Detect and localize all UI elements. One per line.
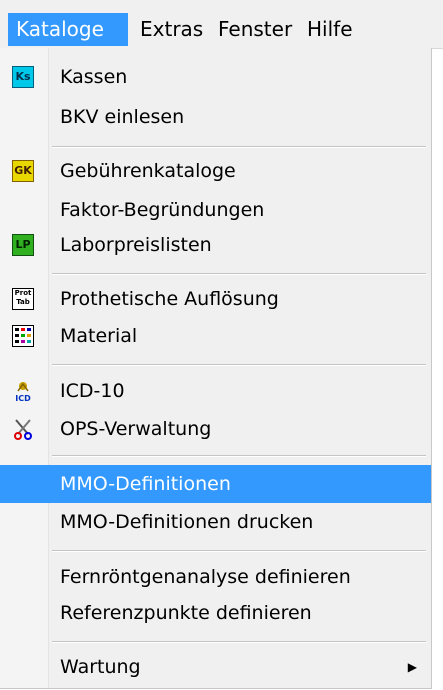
submenu-arrow-icon: ▶	[407, 660, 417, 674]
menu-item-referenzpunkte[interactable]: Referenzpunkte definieren	[0, 594, 431, 632]
menu-item-label: Wartung	[60, 656, 141, 678]
lp-icon: LP	[12, 234, 34, 256]
menu-item-gebuehrenkataloge[interactable]: GK Gebührenkataloge	[0, 152, 431, 190]
menu-item-label: Faktor-Begründungen	[60, 199, 265, 221]
menu-item-mmo-definitionen[interactable]: MMO-Definitionen	[0, 465, 431, 503]
menu-item-material[interactable]: Material	[0, 317, 431, 355]
svg-text:ICD: ICD	[15, 394, 31, 402]
material-grid-icon	[12, 325, 34, 347]
kataloge-dropdown-menu: Ks Kassen BKV einlesen GK Gebührenkatalo…	[0, 48, 432, 689]
menu-item-label: Material	[60, 325, 138, 347]
menu-separator	[52, 273, 426, 275]
menu-separator	[52, 146, 426, 148]
menu-item-label: Kassen	[60, 66, 128, 88]
menu-extras[interactable]: Extras	[132, 13, 211, 46]
menu-bar: Kataloge Extras Fenster Hilfe	[0, 0, 443, 49]
menu-item-label: BKV einlesen	[60, 106, 185, 128]
menu-item-label: Gebührenkataloge	[60, 160, 236, 182]
menu-kataloge[interactable]: Kataloge	[8, 13, 128, 46]
menu-item-label: ICD-10	[60, 380, 125, 402]
menu-item-wartung[interactable]: Wartung ▶	[0, 648, 431, 686]
menu-item-laborpreislisten[interactable]: LP Laborpreislisten	[0, 226, 431, 264]
menu-item-label: Referenzpunkte definieren	[60, 602, 312, 624]
menu-item-label: MMO-Definitionen	[60, 473, 231, 495]
gk-icon: GK	[12, 160, 34, 182]
menu-item-bkv-einlesen[interactable]: BKV einlesen	[0, 98, 431, 136]
icd-icon: ICD	[12, 380, 34, 403]
menu-item-mmo-definitionen-drucken[interactable]: MMO-Definitionen drucken	[0, 503, 431, 541]
menu-item-faktor-begruendungen[interactable]: Faktor-Begründungen	[0, 191, 431, 229]
menu-item-label: Prothetische Auflösung	[60, 288, 279, 310]
menu-item-prothetische-aufloesung[interactable]: Prot Tab Prothetische Auflösung	[0, 280, 431, 318]
prothetik-table-icon: Prot Tab	[12, 288, 34, 310]
menu-separator	[52, 641, 426, 643]
ops-scissors-icon	[12, 418, 34, 440]
menu-item-icd-10[interactable]: ICD ICD-10	[0, 372, 431, 410]
menu-separator	[52, 550, 426, 552]
menu-item-kassen[interactable]: Ks Kassen	[0, 58, 431, 96]
menu-hilfe[interactable]: Hilfe	[299, 13, 361, 46]
ks-icon: Ks	[12, 66, 34, 88]
menu-fenster[interactable]: Fenster	[210, 13, 300, 46]
menu-item-label: OPS-Verwaltung	[60, 418, 212, 440]
menu-item-fernroentgenanalyse[interactable]: Fernröntgenanalyse definieren	[0, 558, 431, 596]
menu-item-label: Fernröntgenanalyse definieren	[60, 566, 351, 588]
menu-separator	[52, 364, 426, 366]
menu-item-label: MMO-Definitionen drucken	[60, 511, 314, 533]
menu-item-ops-verwaltung[interactable]: OPS-Verwaltung	[0, 410, 431, 448]
menu-item-label: Laborpreislisten	[60, 234, 212, 256]
menu-separator	[52, 455, 426, 457]
